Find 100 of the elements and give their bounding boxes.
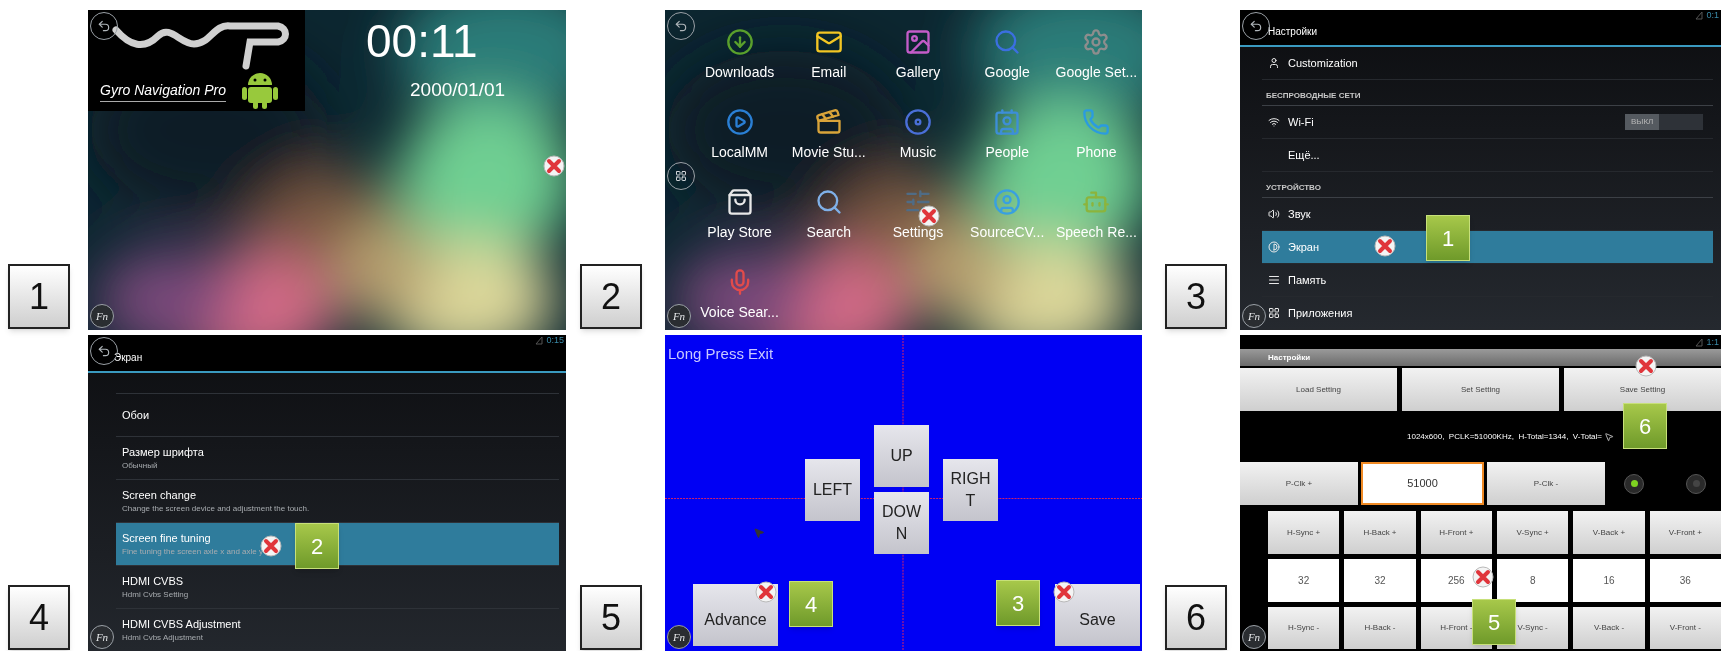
app-launcher[interactable]: Music: [873, 108, 963, 172]
row-subtitle: Hdmi Cvbs Setting: [122, 589, 189, 602]
cross-mark-icon: [755, 581, 777, 603]
section-header: БЕСПРОВОДНЫЕ СЕТИ: [1266, 90, 1361, 102]
down-button[interactable]: DOWN: [874, 492, 929, 554]
step-number: 2: [580, 264, 642, 329]
status-time: 0:1: [1706, 11, 1719, 21]
screen-title: Экран: [114, 351, 143, 365]
setting-button[interactable]: Save Setting: [1564, 368, 1721, 411]
app-launcher[interactable]: Gallery: [873, 28, 963, 92]
row-label: Wi-Fi: [1288, 114, 1314, 130]
app-launcher[interactable]: LocalMM: [695, 108, 785, 172]
row-title: HDMI CVBS: [122, 573, 184, 589]
timing-plus-button[interactable]: H-Sync +: [1268, 511, 1340, 554]
timing-minus-button[interactable]: H-Sync -: [1268, 607, 1340, 649]
step-number: 1: [8, 264, 70, 329]
contrast-icon: [1268, 241, 1280, 253]
cross-mark-icon: [918, 205, 940, 227]
download-icon: [725, 28, 754, 56]
settings-row[interactable]: Приложения: [1262, 297, 1713, 330]
signal-icon: [1695, 337, 1704, 347]
up-button[interactable]: UP: [874, 425, 929, 487]
left-button[interactable]: LEFT: [805, 459, 860, 521]
app-launcher[interactable]: Google Set...: [1051, 28, 1141, 92]
search-icon: [814, 188, 843, 216]
cross-mark-icon: [260, 535, 282, 557]
clock-time: 00:11: [366, 18, 478, 64]
callout-tooltip: 1: [1426, 215, 1470, 261]
step-number: 5: [580, 585, 642, 650]
shopping-bag-icon: [725, 188, 754, 216]
signal-icon: [1695, 11, 1704, 21]
person-icon: [1268, 57, 1280, 69]
settings-row[interactable]: Размер шрифта Обычный: [116, 436, 559, 479]
pclk-input[interactable]: 51000: [1361, 462, 1484, 505]
status-time: 0:15: [546, 336, 564, 346]
timing-minus-button[interactable]: V-Front -: [1649, 607, 1721, 649]
save-button[interactable]: Save: [1055, 584, 1140, 646]
settings-row[interactable]: Customization: [1262, 47, 1713, 80]
cross-mark-icon: [543, 155, 565, 177]
setting-button[interactable]: Set Setting: [1402, 368, 1559, 411]
step-number: 4: [8, 585, 70, 650]
row-title: Обои: [122, 407, 150, 423]
timing-plus-button[interactable]: V-Sync +: [1497, 511, 1569, 554]
row-label: Память: [1288, 272, 1327, 288]
row-subtitle: Hdmi Cvbs Adjustment: [122, 632, 203, 645]
settings-row[interactable]: Wi-Fi ВЫКЛ: [1262, 106, 1713, 139]
row-subtitle: Обычный: [122, 460, 158, 473]
timing-plus-button[interactable]: V-Front +: [1649, 511, 1721, 554]
timing-plus-button[interactable]: H-Back +: [1344, 511, 1416, 554]
timing-minus-button[interactable]: V-Back -: [1573, 607, 1645, 649]
app-launcher[interactable]: Downloads: [695, 28, 785, 92]
list-icon: [1268, 274, 1280, 286]
setting-button[interactable]: Load Setting: [1240, 368, 1397, 411]
row-subtitle: Change the screen device and adjustment the touch.: [122, 503, 310, 516]
contact-card-icon: [993, 108, 1022, 136]
timing-plus-button[interactable]: H-Front +: [1420, 511, 1492, 554]
mouse-cursor-icon: [753, 527, 765, 539]
settings-row[interactable]: Память: [1262, 264, 1713, 297]
timing-value: 36: [1649, 559, 1721, 602]
app-launcher[interactable]: Google: [962, 28, 1052, 92]
callout-tooltip: 4: [789, 581, 833, 627]
settings-row[interactable]: Ещё...: [1262, 139, 1713, 172]
row-subtitle: Fine tuning the screen axle x and axle y: [122, 546, 263, 559]
clock-date: 2000/01/01: [410, 78, 506, 102]
advance-button[interactable]: Advance: [693, 584, 778, 646]
row-title: Screen change: [122, 487, 196, 503]
callout-tooltip: 5: [1472, 599, 1516, 645]
row-label: Ещё...: [1288, 147, 1320, 163]
gear-icon: [1082, 28, 1111, 56]
cross-mark-icon: [1635, 355, 1657, 377]
row-label: Звук: [1288, 206, 1311, 222]
timing-plus-button[interactable]: V-Back +: [1573, 511, 1645, 554]
row-label: Приложения: [1288, 305, 1353, 321]
app-launcher[interactable]: Search: [784, 188, 874, 252]
app-launcher[interactable]: Email: [784, 28, 874, 92]
radio-button[interactable]: [1686, 473, 1706, 494]
timing-minus-button[interactable]: H-Back -: [1344, 607, 1416, 649]
pclk-minus-button[interactable]: P-Clk -: [1487, 462, 1605, 505]
step-number: 3: [1165, 264, 1227, 329]
screen-title: Настройки: [1268, 351, 1311, 364]
timing-value: 32: [1344, 559, 1416, 602]
section-header: УСТРОЙСТВО: [1266, 182, 1321, 194]
step-number: 6: [1165, 585, 1227, 650]
timing-value: 32: [1268, 559, 1340, 602]
settings-row[interactable]: HDMI CVBS Adjustment Hdmi Cvbs Adjustment: [116, 608, 559, 651]
person-circle-icon: [993, 188, 1022, 216]
screen-title: Настройки: [1268, 25, 1318, 39]
radio-button[interactable]: [1624, 473, 1644, 494]
callout-tooltip: 3: [996, 580, 1040, 626]
speaker-icon: [904, 108, 932, 136]
app-launcher[interactable]: Movie Stu...: [784, 108, 874, 172]
settings-row[interactable]: Обои: [116, 393, 559, 436]
pclk-plus-button[interactable]: P-Clk +: [1240, 462, 1358, 505]
right-button[interactable]: RIGHT: [943, 459, 998, 521]
timing-value: 16: [1573, 559, 1645, 602]
status-time: 1:1: [1706, 337, 1719, 347]
app-launcher[interactable]: Play Store: [695, 188, 785, 252]
row-label: Экран: [1288, 239, 1320, 255]
toggle-switch[interactable]: ВЫКЛ: [1625, 114, 1703, 130]
cross-mark-icon: [1472, 566, 1494, 588]
